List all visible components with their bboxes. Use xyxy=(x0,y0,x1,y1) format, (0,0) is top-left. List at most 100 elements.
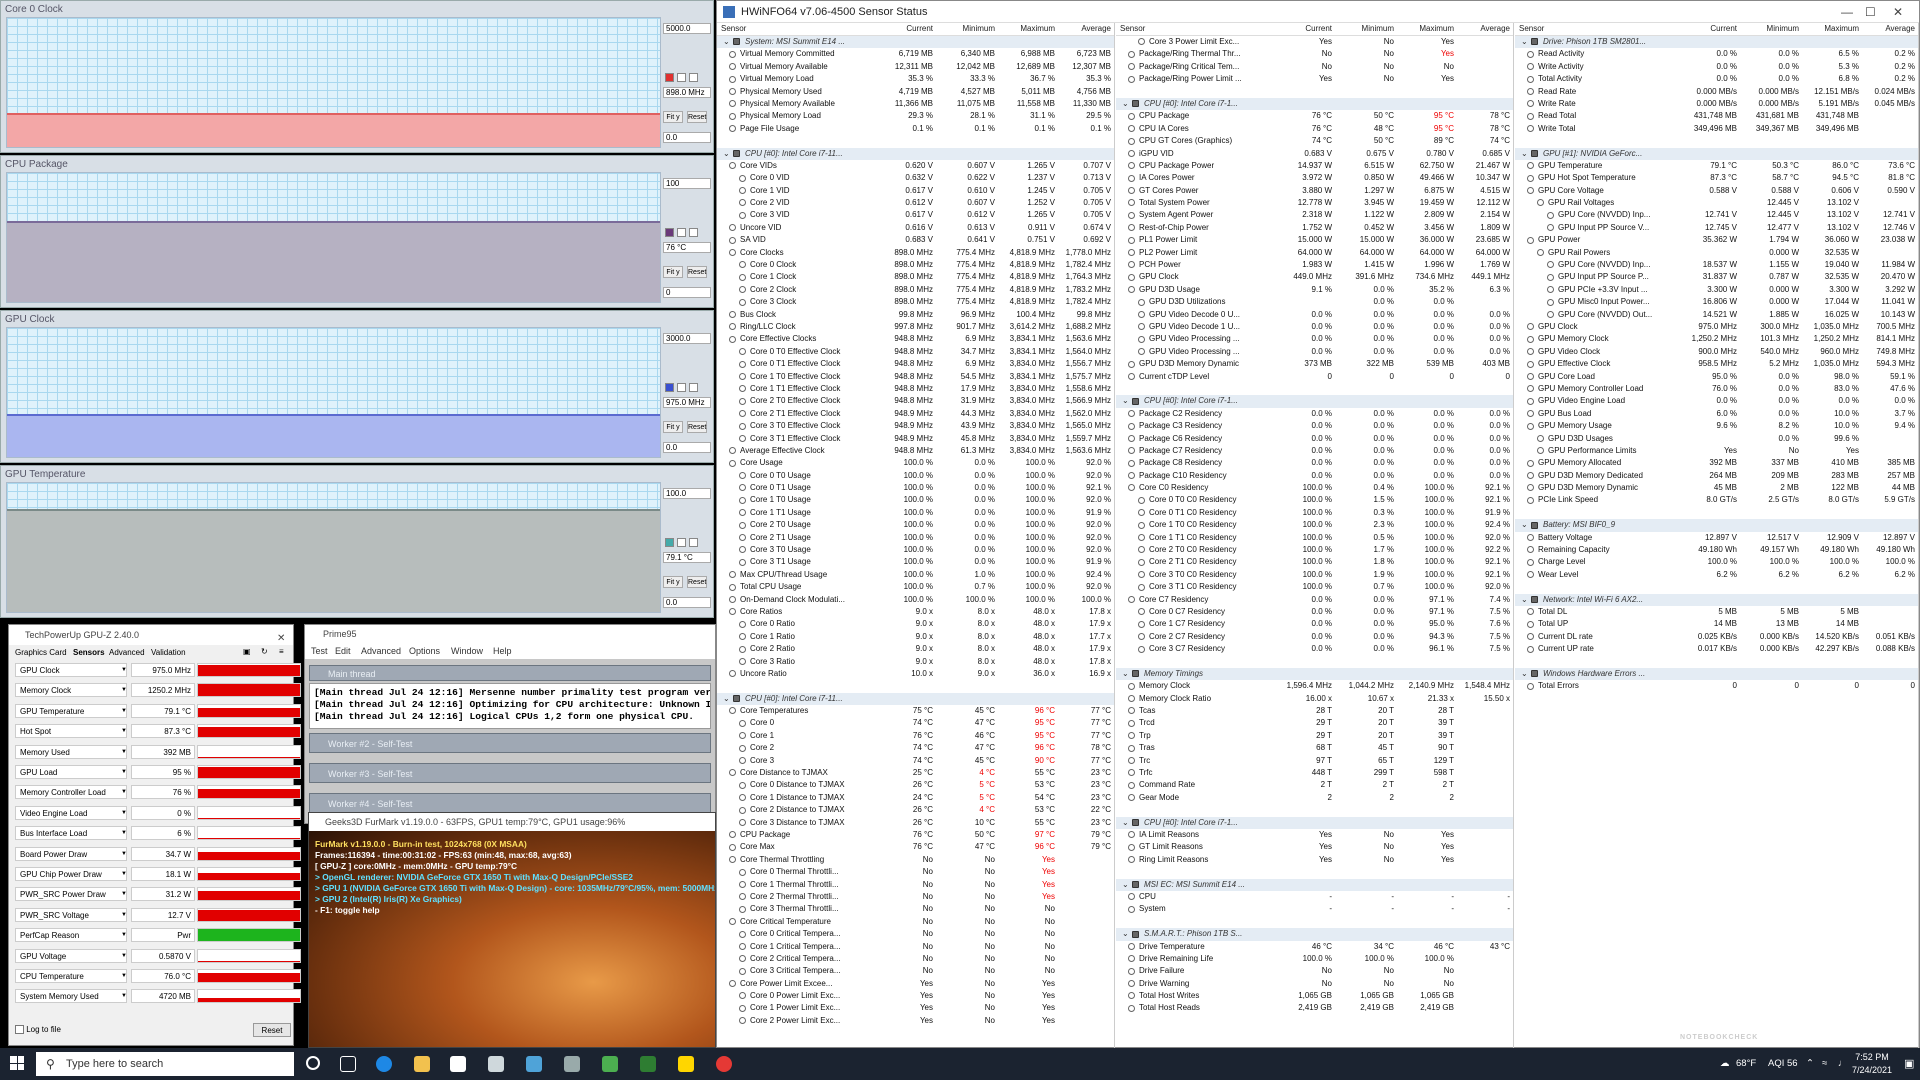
sensor-row[interactable]: Core 0 T0 C0 Residency 100.0 % 1.5 % 100… xyxy=(1116,494,1513,506)
sensor-row[interactable]: GPU Bus Load 6.0 % 0.0 % 10.0 % 3.7 % xyxy=(1515,408,1918,420)
sensor-group[interactable]: ⌄ MSI EC: MSI Summit E14 ... xyxy=(1116,878,1513,891)
store-icon[interactable] xyxy=(450,1056,466,1072)
sensor-row[interactable]: Core 2 Ratio 9.0 x 8.0 x 48.0 x 17.9 x xyxy=(717,643,1114,655)
collapse-icon[interactable]: ⌄ xyxy=(1521,36,1528,48)
sensor-row[interactable]: Total Errors 0 0 0 0 xyxy=(1515,680,1918,692)
gpuz-sensor-label[interactable]: GPU Temperature xyxy=(15,703,127,718)
log-to-file[interactable]: Log to file xyxy=(15,1025,61,1035)
sensor-row[interactable]: CPU Package 76 °C 50 °C 95 °C 78 °C xyxy=(1116,110,1513,122)
sensor-row[interactable]: Core 2 C7 Residency 0.0 % 0.0 % 94.3 % 7… xyxy=(1116,631,1513,643)
sensor-row[interactable]: Trp 29 T 20 T 39 T xyxy=(1116,730,1513,742)
sensor-row[interactable]: GPU Memory Controller Load 76.0 % 0.0 % … xyxy=(1515,383,1918,395)
sensor-row[interactable]: GPU Input PP Source V... 12.745 V 12.477… xyxy=(1515,222,1918,234)
header-minimum[interactable]: Minimum xyxy=(955,24,995,33)
gpuz-taskbar-icon[interactable] xyxy=(602,1056,618,1072)
dropdown-icon[interactable]: ▼ xyxy=(121,830,127,836)
reset-button[interactable]: Reset xyxy=(687,576,707,588)
aqi[interactable]: AQI 56 xyxy=(1768,1048,1798,1080)
sensor-group[interactable]: ⌄ Network: Intel Wi-Fi 6 AX2... xyxy=(1515,593,1918,606)
fit-y-button[interactable]: Fit y xyxy=(663,111,683,123)
sensor-row[interactable]: Read Rate 0.000 MB/s 0.000 MB/s 12.151 M… xyxy=(1515,86,1918,98)
minimize-icon[interactable]: — xyxy=(1841,1,1853,23)
worker-window[interactable]: Worker #2 - Self-Test xyxy=(309,733,711,753)
dropdown-icon[interactable]: ▼ xyxy=(121,973,127,979)
sensor-row[interactable]: GPU Memory Clock 1,250.2 MHz 101.3 MHz 1… xyxy=(1515,333,1918,345)
sensor-row[interactable]: Core 1 Distance to TJMAX 24 °C 5 °C 54 °… xyxy=(717,792,1114,804)
dropdown-icon[interactable]: ▼ xyxy=(121,708,127,714)
prime95-titlebar[interactable]: Prime95 xyxy=(305,625,715,643)
sensor-row[interactable]: Package C8 Residency 0.0 % 0.0 % 0.0 % 0… xyxy=(1116,457,1513,469)
sensor-row[interactable]: Core 1 76 °C 46 °C 95 °C 77 °C xyxy=(717,730,1114,742)
sensor-row[interactable]: Package/Ring Thermal Thr... No No Yes xyxy=(1116,48,1513,60)
sensor-row[interactable]: Core 2 T0 Effective Clock 948.8 MHz 31.9… xyxy=(717,395,1114,407)
sensor-row[interactable]: GPU Video Decode 1 U... 0.0 % 0.0 % 0.0 … xyxy=(1116,321,1513,333)
dropdown-icon[interactable]: ▼ xyxy=(121,993,127,999)
sensor-row[interactable]: On-Demand Clock Modulati... 100.0 % 100.… xyxy=(717,594,1114,606)
sensor-group[interactable]: ⌄ System: MSI Summit E14 ... xyxy=(717,36,1114,49)
sensor-row[interactable]: Core 1 VID 0.617 V 0.610 V 1.245 V 0.705… xyxy=(717,185,1114,197)
sensor-row[interactable]: Trfc 448 T 299 T 598 T xyxy=(1116,767,1513,779)
gpuz-sensor-label[interactable]: Memory Clock xyxy=(15,683,127,698)
sensor-row[interactable]: Page File Usage 0.1 % 0.1 % 0.1 % 0.1 % xyxy=(717,123,1114,135)
fit-y-button[interactable]: Fit y xyxy=(663,421,683,433)
sensor-row[interactable]: Core 1 Critical Tempera... No No No xyxy=(717,941,1114,953)
mail-icon[interactable] xyxy=(488,1056,504,1072)
dropdown-icon[interactable]: ▼ xyxy=(121,932,127,938)
sensor-row[interactable]: Core 2 Distance to TJMAX 26 °C 4 °C 53 °… xyxy=(717,804,1114,816)
sensor-row[interactable]: Drive Temperature 46 °C 34 °C 46 °C 43 °… xyxy=(1116,941,1513,953)
gpuz-sensor-label[interactable]: Memory Used xyxy=(15,744,127,759)
edge-icon[interactable] xyxy=(376,1056,392,1072)
sensor-row[interactable]: Write Activity 0.0 % 0.0 % 5.3 % 0.2 % xyxy=(1515,61,1918,73)
option-box[interactable] xyxy=(677,73,686,82)
sensor-row[interactable]: GPU Rail Voltages 12.445 V 13.102 V xyxy=(1515,197,1918,209)
sensor-row[interactable]: Core 0 T1 Usage 100.0 % 0.0 % 100.0 % 92… xyxy=(717,482,1114,494)
sensor-row[interactable]: GPU Effective Clock 958.5 MHz 5.2 MHz 1,… xyxy=(1515,358,1918,370)
dropdown-icon[interactable]: ▼ xyxy=(121,953,127,959)
header-maximum[interactable]: Maximum xyxy=(1015,24,1055,33)
sensor-row[interactable]: Core 2 T1 Usage 100.0 % 0.0 % 100.0 % 92… xyxy=(717,532,1114,544)
reset-button[interactable]: Reset xyxy=(687,111,707,123)
sensor-row[interactable]: GPU Video Clock 900.0 MHz 540.0 MHz 960.… xyxy=(1515,346,1918,358)
sensor-row[interactable]: CPU GT Cores (Graphics) 74 °C 50 °C 89 °… xyxy=(1116,135,1513,147)
gpuz-sensor-label[interactable]: System Memory Used xyxy=(15,989,127,1004)
sensor-row[interactable]: Total Host Reads 2,419 GB 2,419 GB 2,419… xyxy=(1116,1002,1513,1014)
sensor-row[interactable]: GPU D3D Memory Dynamic 45 MB 2 MB 122 MB… xyxy=(1515,482,1918,494)
sensor-row[interactable]: Virtual Memory Committed 6,719 MB 6,340 … xyxy=(717,48,1114,60)
collapse-icon[interactable]: ⌄ xyxy=(723,36,730,48)
dropdown-icon[interactable]: ▼ xyxy=(121,687,127,693)
collapse-icon[interactable]: ⌄ xyxy=(1122,395,1129,407)
collapse-icon[interactable]: ⌄ xyxy=(1521,594,1528,606)
gpuz-sensor-label[interactable]: GPU Clock xyxy=(15,663,127,677)
sensor-row[interactable]: Core Thermal Throttling No No Yes xyxy=(717,854,1114,866)
sensor-row[interactable]: GPU PCIe +3.3V Input ... 3.300 W 0.000 W… xyxy=(1515,284,1918,296)
reset-button[interactable]: Reset xyxy=(253,1023,291,1037)
furmark-titlebar[interactable]: Geeks3D FurMark v1.19.0.0 - 63FPS, GPU1 … xyxy=(309,813,715,831)
menu-window[interactable]: Window xyxy=(451,646,483,656)
sensor-row[interactable]: Core C7 Residency 0.0 % 0.0 % 97.1 % 7.4… xyxy=(1116,594,1513,606)
menu-advanced[interactable]: Advanced xyxy=(361,646,401,656)
sensor-row[interactable]: Package/Ring Power Limit ... Yes No Yes xyxy=(1116,73,1513,85)
sensor-row[interactable]: GPU Core (NVVDD) Inp... 18.537 W 1.155 W… xyxy=(1515,259,1918,271)
gpuz-sensor-label[interactable]: GPU Load xyxy=(15,765,127,779)
color-swatch[interactable] xyxy=(665,73,674,82)
sensor-row[interactable]: Core 3 Thermal Throttli... No No No xyxy=(717,903,1114,915)
maximize-icon[interactable]: ☐ xyxy=(1865,1,1876,23)
dropdown-icon[interactable]: ▼ xyxy=(121,851,127,857)
dropdown-icon[interactable]: ▼ xyxy=(121,871,127,877)
worker-window[interactable]: Worker #4 - Self-Test xyxy=(309,793,711,813)
sensor-row[interactable]: Charge Level 100.0 % 100.0 % 100.0 % 100… xyxy=(1515,556,1918,568)
collapse-icon[interactable]: ⌄ xyxy=(723,693,730,705)
sensor-row[interactable]: Core 2 Clock 898.0 MHz 775.4 MHz 4,818.9… xyxy=(717,284,1114,296)
sensor-row[interactable]: Core 1 Ratio 9.0 x 8.0 x 48.0 x 17.7 x xyxy=(717,631,1114,643)
sensor-row[interactable]: Core 2 Power Limit Exc... Yes No Yes xyxy=(717,1015,1114,1027)
refresh-icon[interactable]: ↻ xyxy=(261,647,268,656)
sensor-group[interactable]: ⌄ Battery: MSI BIF0_9 xyxy=(1515,519,1918,532)
dropdown-icon[interactable]: ▼ xyxy=(121,789,127,795)
sensor-row[interactable]: Core 0 Power Limit Exc... Yes No Yes xyxy=(717,990,1114,1002)
sensor-row[interactable]: PCIe Link Speed 8.0 GT/s 2.5 GT/s 8.0 GT… xyxy=(1515,494,1918,506)
sensor-row[interactable]: Core 2 VID 0.612 V 0.607 V 1.252 V 0.705… xyxy=(717,197,1114,209)
sensor-row[interactable]: Core 1 Thermal Throttli... No No Yes xyxy=(717,879,1114,891)
hwinfo-taskbar-icon[interactable] xyxy=(640,1056,656,1072)
sensor-row[interactable]: Core 0 T1 Effective Clock 948.8 MHz 6.9 … xyxy=(717,358,1114,370)
sensor-row[interactable]: Core Effective Clocks 948.8 MHz 6.9 MHz … xyxy=(717,333,1114,345)
